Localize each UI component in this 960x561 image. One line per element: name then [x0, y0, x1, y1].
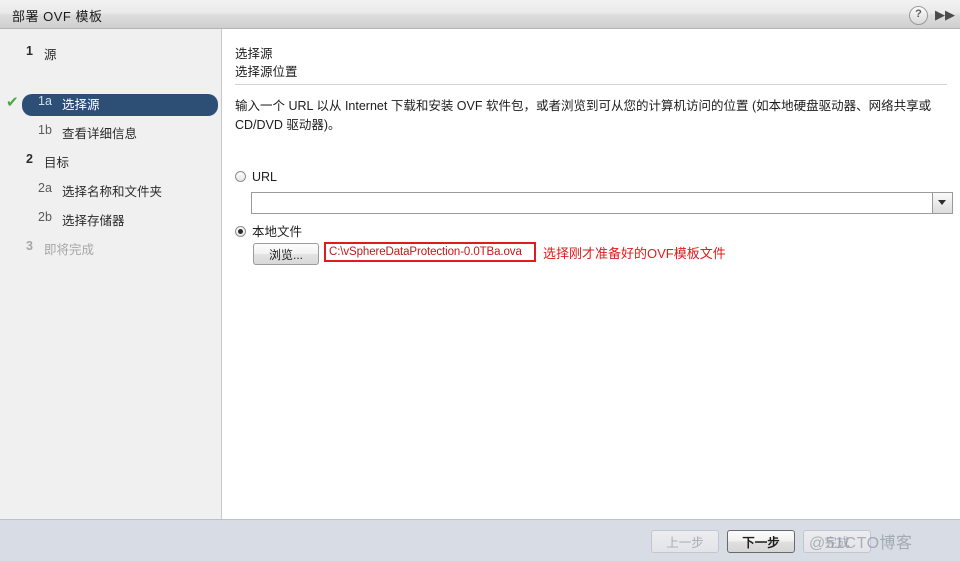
- browse-button[interactable]: 浏览...: [253, 243, 319, 265]
- step-number: 2b: [38, 210, 52, 224]
- step-label: 即将完成: [44, 243, 95, 257]
- url-dropdown-chevron-down-icon[interactable]: [933, 192, 953, 214]
- step-label: 选择存储器: [62, 214, 125, 228]
- deploy-ovf-template-dialog: 部署 OVF 模板 ? ▶▶ 1 源 ✔ 1a 选择源 1b 查看详细信息 2 …: [0, 0, 960, 561]
- selected-file-path: C:\vSphereDataProtection-0.0TBa.ova: [329, 246, 522, 258]
- url-input[interactable]: [251, 192, 933, 214]
- page-title: 选择源: [235, 47, 273, 61]
- step-label: 选择源: [62, 98, 100, 112]
- local-file-radio-row[interactable]: 本地文件: [235, 221, 302, 240]
- step-number: 2: [26, 152, 33, 166]
- url-radio-row[interactable]: URL: [235, 170, 277, 184]
- wizard-steps-sidebar: 1 源 ✔ 1a 选择源 1b 查看详细信息 2 目标 2a 选择名称和文件夹 …: [0, 29, 222, 519]
- selected-file-path-box[interactable]: C:\vSphereDataProtection-0.0TBa.ova: [324, 242, 536, 262]
- back-button: 上一步: [651, 530, 719, 553]
- sidebar-item-ready-to-complete: 3 即将完成: [0, 239, 222, 261]
- url-radio-label: URL: [252, 170, 278, 184]
- dialog-title-bar: 部署 OVF 模板 ? ▶▶: [0, 0, 960, 29]
- annotation-text: 选择刚才准备好的OVF模板文件: [543, 246, 726, 261]
- step-label: 源: [44, 48, 57, 62]
- sidebar-item-select-storage[interactable]: 2b 选择存储器: [0, 210, 222, 232]
- step-label: 目标: [44, 156, 70, 170]
- dialog-title: 部署 OVF 模板: [12, 9, 103, 24]
- sidebar-item-source[interactable]: 1 源: [0, 44, 222, 66]
- next-button[interactable]: 下一步: [727, 530, 795, 553]
- help-icon[interactable]: ?: [909, 6, 928, 25]
- step-label: 选择名称和文件夹: [62, 185, 163, 199]
- sidebar-item-destination[interactable]: 2 目标: [0, 152, 222, 174]
- double-chevron-right-icon[interactable]: ▶▶: [935, 6, 955, 23]
- step-number: 2a: [38, 181, 52, 195]
- sidebar-item-review-details[interactable]: 1b 查看详细信息: [0, 123, 222, 145]
- header-divider: [235, 84, 947, 85]
- step-number: 1b: [38, 123, 52, 137]
- sidebar-item-select-name-folder[interactable]: 2a 选择名称和文件夹: [0, 181, 222, 203]
- sidebar-item-select-source[interactable]: 1a 选择源: [22, 94, 218, 116]
- step-number: 1: [26, 44, 33, 58]
- local-file-radio-button[interactable]: [235, 226, 246, 237]
- page-subtitle: 选择源位置: [235, 65, 298, 79]
- wizard-content-pane: 选择源 选择源位置 输入一个 URL 以从 Internet 下载和安装 OVF…: [223, 29, 960, 519]
- page-description: 输入一个 URL 以从 Internet 下载和安装 OVF 软件包，或者浏览到…: [235, 99, 932, 132]
- step-label: 查看详细信息: [62, 127, 138, 141]
- local-file-radio-label: 本地文件: [252, 225, 303, 239]
- step-complete-check-icon: ✔: [6, 94, 19, 111]
- step-number: 1a: [38, 94, 52, 108]
- step-number: 3: [26, 239, 33, 253]
- url-radio-button[interactable]: [235, 171, 246, 182]
- watermark: @51CTO博客: [809, 535, 913, 552]
